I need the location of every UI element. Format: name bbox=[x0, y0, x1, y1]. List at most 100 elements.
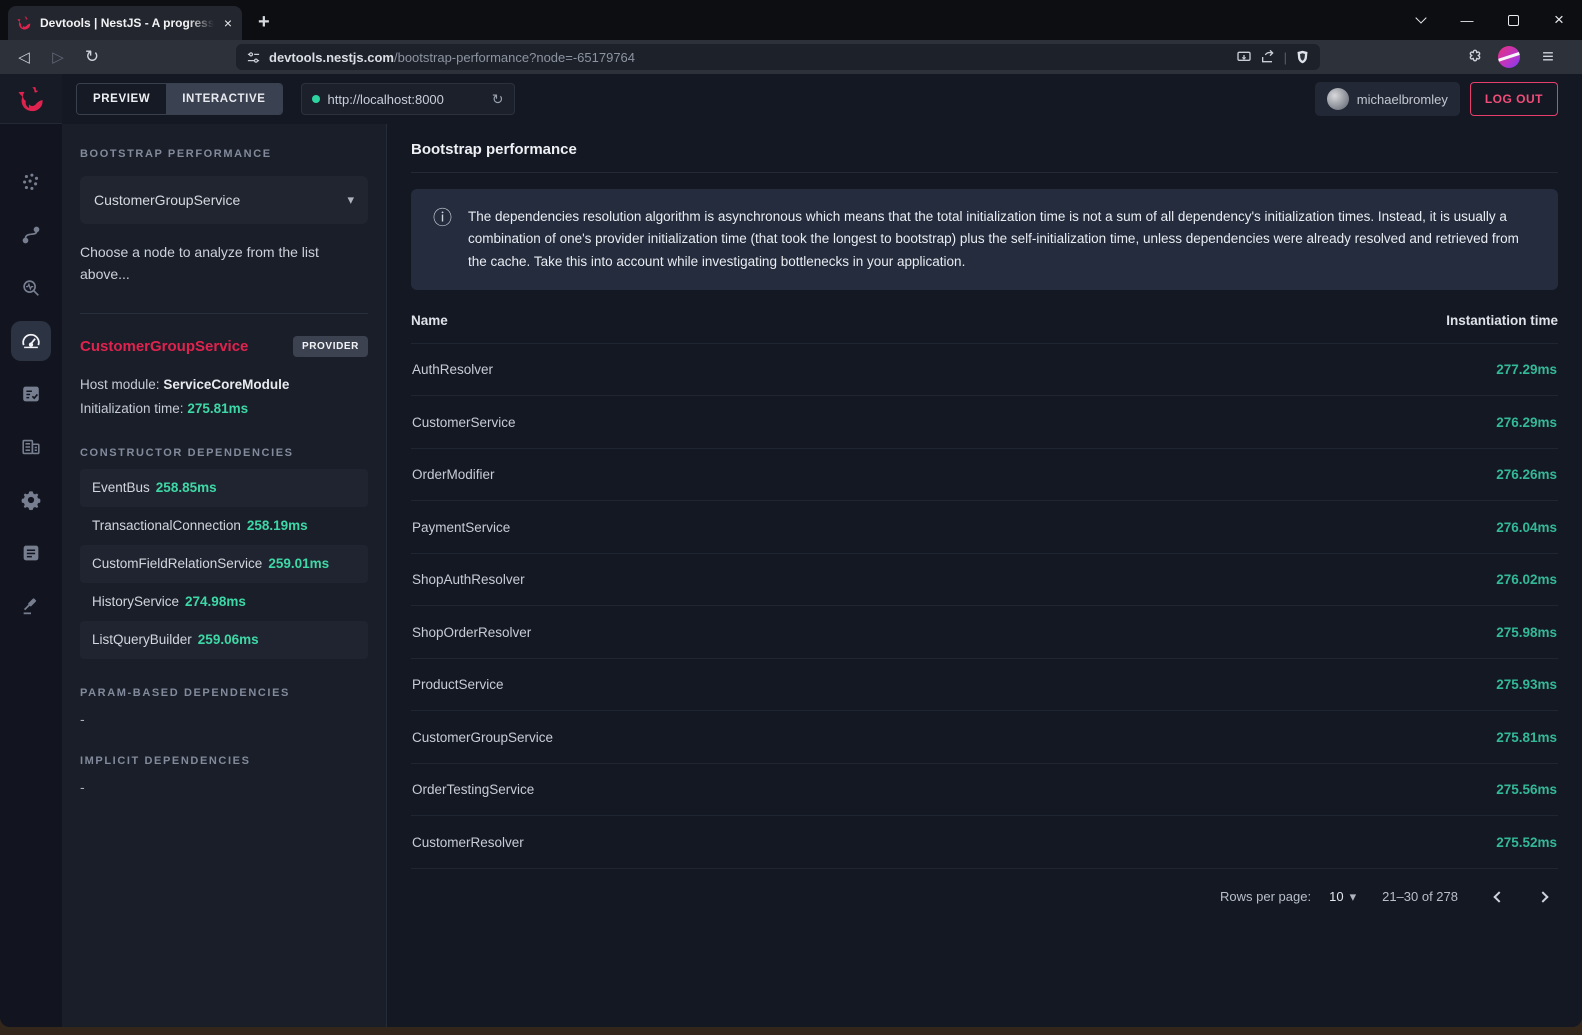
info-banner: ⓘ The dependencies resolution algorithm … bbox=[411, 189, 1558, 290]
browser-window: Devtools | NestJS - A progressive × + — … bbox=[0, 0, 1582, 1027]
table-row[interactable]: AuthResolver277.29ms bbox=[411, 344, 1558, 397]
browser-tab[interactable]: Devtools | NestJS - A progressive × bbox=[8, 6, 242, 40]
browser-toolbar: ◁ ▷ ↻ devtools.nestjs.com/bootstrap-perf… bbox=[0, 40, 1582, 74]
previous-page-button[interactable] bbox=[1484, 882, 1514, 912]
nav-audit-icon[interactable] bbox=[11, 374, 51, 414]
nav-build-icon[interactable] bbox=[11, 586, 51, 626]
table-row[interactable]: CustomerService276.29ms bbox=[411, 396, 1558, 449]
nav-rail bbox=[0, 74, 62, 1027]
init-time-row: Initialization time: 275.81ms bbox=[80, 397, 368, 421]
share-icon[interactable] bbox=[1260, 49, 1276, 65]
host-module-row: Host module: ServiceCoreModule bbox=[80, 373, 368, 397]
param-deps-title: PARAM-BASED DEPENDENCIES bbox=[80, 687, 368, 699]
node-select[interactable]: CustomerGroupService ▾ bbox=[80, 176, 368, 224]
user-menu[interactable]: michaelbromley bbox=[1315, 82, 1460, 116]
table-row[interactable]: PaymentService276.04ms bbox=[411, 501, 1558, 554]
nav-bootstrap-performance-icon[interactable] bbox=[11, 321, 51, 361]
panel-divider bbox=[80, 313, 368, 314]
extensions-icon[interactable] bbox=[1466, 48, 1484, 66]
nav-routes-icon[interactable] bbox=[11, 215, 51, 255]
table-row[interactable]: ShopAuthResolver276.02ms bbox=[411, 554, 1558, 607]
address-bar[interactable]: devtools.nestjs.com/bootstrap-performanc… bbox=[236, 44, 1320, 70]
dep-item[interactable]: TransactionalConnection258.19ms bbox=[80, 507, 368, 545]
reload-button[interactable]: ↻ bbox=[78, 47, 106, 67]
nav-sniffer-icon[interactable] bbox=[11, 268, 51, 308]
table-row[interactable]: OrderModifier276.26ms bbox=[411, 449, 1558, 502]
logo-area bbox=[0, 74, 62, 124]
window-controls: — × bbox=[1398, 0, 1582, 40]
back-button[interactable]: ◁ bbox=[10, 48, 38, 66]
app-topbar: PREVIEW INTERACTIVE http://localhost:800… bbox=[62, 74, 1582, 124]
tab-search-icon[interactable] bbox=[1398, 0, 1444, 40]
implicit-deps-title: IMPLICIT DEPENDENCIES bbox=[80, 755, 368, 767]
constructor-deps-title: CONSTRUCTOR DEPENDENCIES bbox=[80, 447, 368, 459]
table-pagination: Rows per page: 10 ▾ 21–30 of 278 bbox=[411, 869, 1558, 925]
column-instantiation-time: Instantiation time bbox=[1446, 313, 1558, 328]
maximize-button[interactable] bbox=[1490, 0, 1536, 40]
profile-avatar[interactable] bbox=[1498, 46, 1520, 68]
close-window-button[interactable]: × bbox=[1536, 0, 1582, 40]
node-select-value: CustomerGroupService bbox=[94, 192, 240, 208]
target-url-input[interactable]: http://localhost:8000 ↻ bbox=[301, 83, 515, 115]
table-row[interactable]: CustomerGroupService275.81ms bbox=[411, 711, 1558, 764]
tab-close-icon[interactable]: × bbox=[222, 15, 234, 31]
mode-toggle: PREVIEW INTERACTIVE bbox=[76, 83, 283, 115]
chevron-down-icon: ▾ bbox=[347, 192, 354, 208]
site-controls-icon[interactable] bbox=[246, 50, 261, 65]
next-page-button[interactable] bbox=[1528, 882, 1558, 912]
user-name: michaelbromley bbox=[1357, 92, 1448, 107]
new-tab-button[interactable]: + bbox=[258, 11, 270, 34]
target-url-value: http://localhost:8000 bbox=[328, 92, 484, 107]
nav-settings-icon[interactable] bbox=[11, 480, 51, 520]
rows-per-page-select[interactable]: 10 ▾ bbox=[1329, 889, 1356, 905]
node-name: CustomerGroupService bbox=[80, 338, 248, 355]
target-refresh-icon[interactable]: ↻ bbox=[492, 91, 504, 108]
chevron-left-icon bbox=[1493, 891, 1504, 902]
table-row[interactable]: ProductService275.93ms bbox=[411, 659, 1558, 712]
main-panel: Bootstrap performance ⓘ The dependencies… bbox=[387, 124, 1582, 1027]
toolbar-divider: | bbox=[1284, 50, 1287, 65]
node-panel: BOOTSTRAP PERFORMANCE CustomerGroupServi… bbox=[62, 124, 387, 1027]
table-row[interactable]: CustomerResolver275.52ms bbox=[411, 816, 1558, 869]
nav-rail-items bbox=[11, 162, 51, 626]
reading-list-icon[interactable] bbox=[1236, 49, 1252, 65]
page-title: Bootstrap performance bbox=[411, 124, 1558, 173]
content-area: BOOTSTRAP PERFORMANCE CustomerGroupServi… bbox=[62, 124, 1582, 1027]
dep-item[interactable]: EventBus258.85ms bbox=[80, 469, 368, 507]
nav-modules-icon[interactable] bbox=[11, 427, 51, 467]
devtools-app: PREVIEW INTERACTIVE http://localhost:800… bbox=[0, 74, 1582, 1027]
table-header: Name Instantiation time bbox=[411, 298, 1558, 344]
logout-button[interactable]: LOG OUT bbox=[1470, 82, 1558, 116]
node-hint-text: Choose a node to analyze from the list a… bbox=[80, 242, 368, 285]
nav-docs-icon[interactable] bbox=[11, 533, 51, 573]
dep-item[interactable]: ListQueryBuilder259.06ms bbox=[80, 621, 368, 659]
url-text: devtools.nestjs.com/bootstrap-performanc… bbox=[269, 50, 1228, 65]
tab-title: Devtools | NestJS - A progressive bbox=[40, 16, 214, 30]
interactive-button[interactable]: INTERACTIVE bbox=[166, 84, 281, 114]
nav-graph-icon[interactable] bbox=[11, 162, 51, 202]
dep-item[interactable]: CustomFieldRelationService259.01ms bbox=[80, 545, 368, 583]
provider-badge: PROVIDER bbox=[293, 336, 368, 357]
node-details: Host module: ServiceCoreModule Initializ… bbox=[80, 373, 368, 420]
host-module-value: ServiceCoreModule bbox=[163, 377, 289, 392]
dep-item[interactable]: HistoryService274.98ms bbox=[80, 583, 368, 621]
node-header: CustomerGroupService PROVIDER bbox=[80, 336, 368, 357]
forward-button[interactable]: ▷ bbox=[44, 48, 72, 66]
brave-shield-icon[interactable] bbox=[1295, 49, 1310, 65]
table-row[interactable]: ShopOrderResolver275.98ms bbox=[411, 606, 1558, 659]
panel-section-title: BOOTSTRAP PERFORMANCE bbox=[80, 148, 368, 160]
rows-per-page-label: Rows per page: bbox=[1220, 889, 1311, 904]
table-row[interactable]: OrderTestingService275.56ms bbox=[411, 764, 1558, 817]
info-icon: ⓘ bbox=[433, 206, 452, 273]
implicit-deps-empty: - bbox=[80, 779, 368, 795]
param-deps-empty: - bbox=[80, 711, 368, 727]
menu-icon[interactable]: ≡ bbox=[1534, 46, 1562, 69]
constructor-deps-list: EventBus258.85ms TransactionalConnection… bbox=[80, 469, 368, 659]
preview-button[interactable]: PREVIEW bbox=[77, 84, 166, 114]
init-time-value: 275.81ms bbox=[187, 401, 248, 416]
minimize-button[interactable]: — bbox=[1444, 0, 1490, 40]
chevron-down-icon: ▾ bbox=[1350, 889, 1357, 905]
pagination-range: 21–30 of 278 bbox=[1382, 889, 1458, 904]
column-name: Name bbox=[411, 313, 448, 328]
nestjs-favicon bbox=[16, 15, 32, 31]
